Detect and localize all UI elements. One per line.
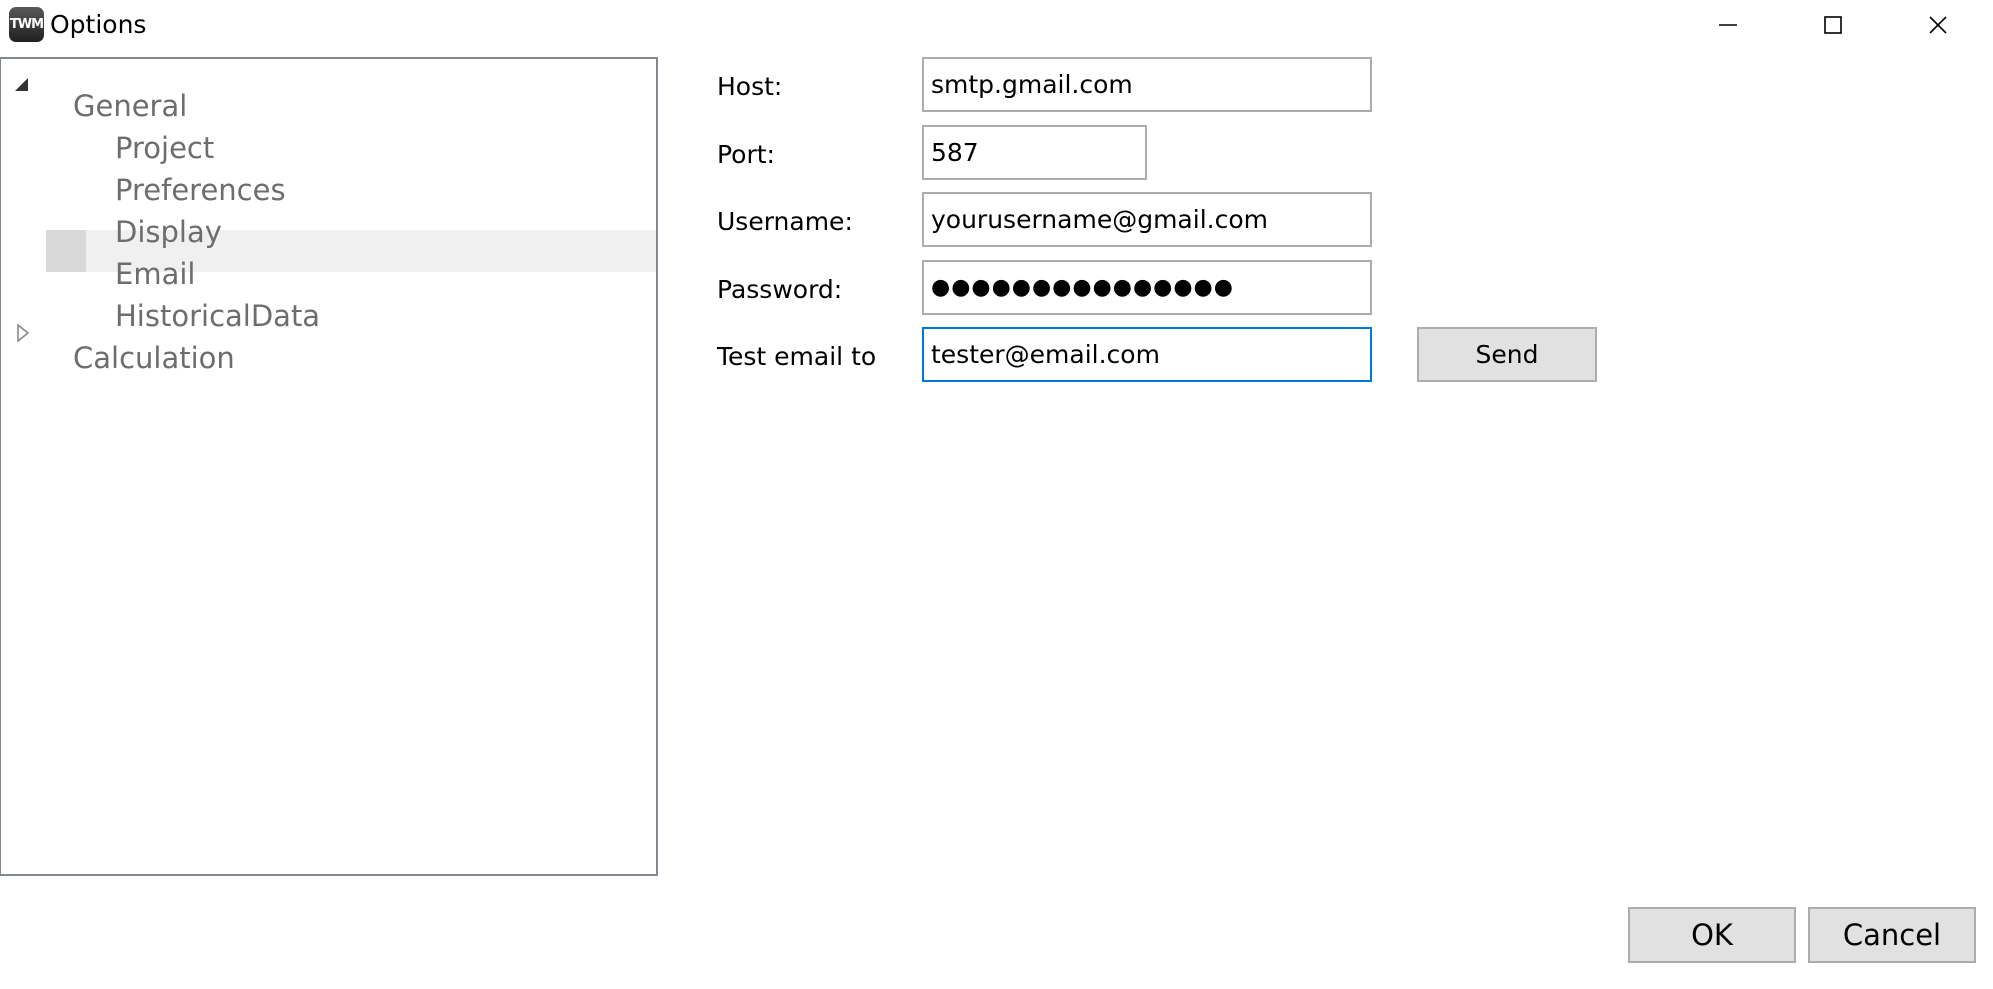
options-window: TWM Options General Project Preferences … xyxy=(0,0,1993,989)
title-bar[interactable]: TWM Options xyxy=(0,0,1993,52)
collapse-triangle-icon[interactable] xyxy=(12,75,32,95)
tree-node-general[interactable]: General xyxy=(73,86,187,126)
host-input[interactable] xyxy=(922,57,1372,112)
port-input[interactable] xyxy=(922,125,1147,180)
close-button[interactable] xyxy=(1888,0,1988,50)
options-tree[interactable]: General Project Preferences Display Emai… xyxy=(0,57,658,876)
send-button[interactable]: Send xyxy=(1417,327,1597,382)
host-label: Host: xyxy=(717,72,783,101)
port-label: Port: xyxy=(717,140,775,169)
minimize-button[interactable] xyxy=(1678,0,1778,50)
tree-node-preferences[interactable]: Preferences xyxy=(115,170,286,210)
tree-node-display[interactable]: Display xyxy=(115,212,222,252)
password-label: Password: xyxy=(717,275,843,304)
tree-selection-marker xyxy=(46,230,86,272)
maximize-button[interactable] xyxy=(1783,0,1883,50)
tree-node-historicaldata[interactable]: HistoricalData xyxy=(115,296,320,336)
expand-triangle-icon[interactable] xyxy=(14,323,34,343)
password-input[interactable] xyxy=(922,260,1372,315)
close-icon xyxy=(1929,16,1947,34)
test-email-label: Test email to xyxy=(717,342,877,371)
maximize-icon xyxy=(1824,16,1842,34)
test-email-input[interactable] xyxy=(922,327,1372,382)
username-label: Username: xyxy=(717,207,853,236)
tree-node-email[interactable]: Email xyxy=(115,254,195,294)
cancel-button[interactable]: Cancel xyxy=(1808,907,1976,963)
username-input[interactable] xyxy=(922,192,1372,247)
ok-button[interactable]: OK xyxy=(1628,907,1796,963)
tree-node-calculation[interactable]: Calculation xyxy=(73,338,235,378)
app-logo-icon: TWM xyxy=(9,7,44,42)
tree-node-project[interactable]: Project xyxy=(115,128,214,168)
minimize-icon xyxy=(1719,24,1737,26)
window-title: Options xyxy=(50,10,147,39)
